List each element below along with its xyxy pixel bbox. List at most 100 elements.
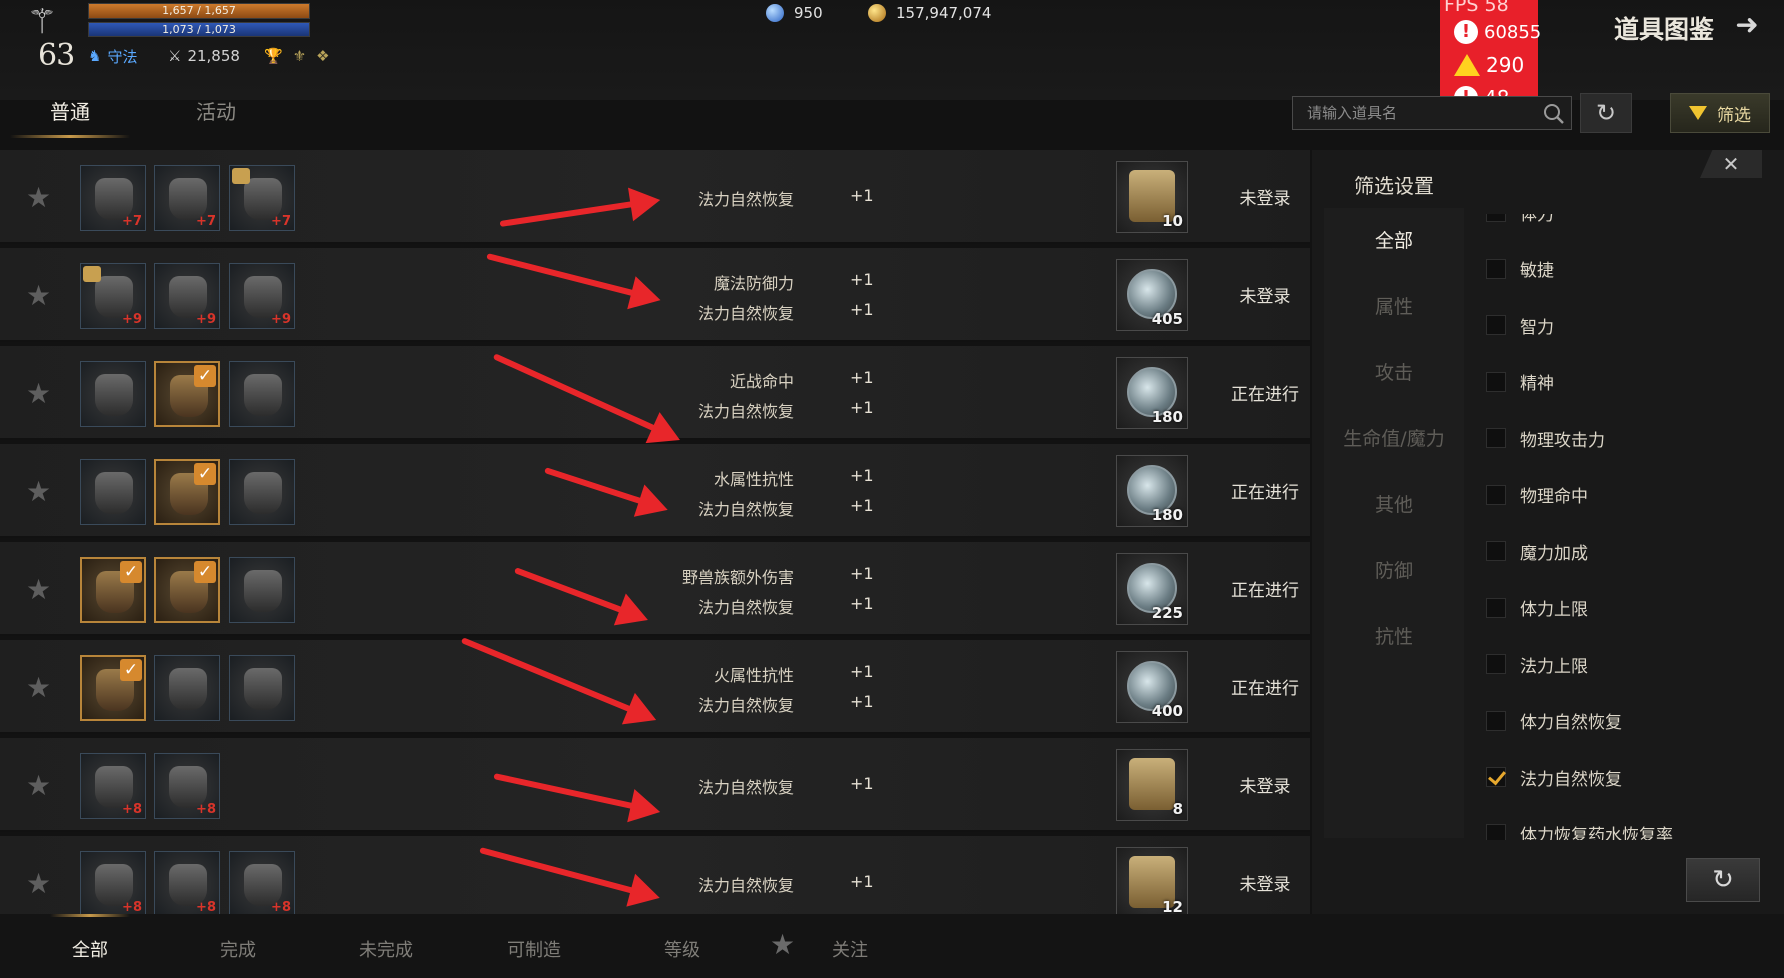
bottom-tab[interactable]: 可制造 xyxy=(474,936,594,962)
category-tab[interactable]: 生命值/魔力 xyxy=(1324,424,1464,451)
equipment-slot[interactable] xyxy=(80,459,146,525)
category-tab[interactable]: 攻击 xyxy=(1324,358,1464,385)
equipment-slot[interactable]: +9 xyxy=(229,263,295,329)
equipment-slot[interactable] xyxy=(154,655,220,721)
equipment-slot[interactable]: ✓ xyxy=(80,655,146,721)
filter-checkbox[interactable] xyxy=(1486,541,1506,561)
tab-event[interactable]: 活动 xyxy=(156,96,276,130)
equipment-slot[interactable]: ✓ xyxy=(80,557,146,623)
reward-quantity: 12 xyxy=(1162,898,1183,914)
equipment-slot[interactable]: +8 xyxy=(80,851,146,914)
bottom-tab[interactable]: 关注 xyxy=(790,936,910,962)
category-tab[interactable]: 抗性 xyxy=(1324,622,1464,649)
reward-item[interactable]: 10 xyxy=(1116,161,1188,233)
filter-checkbox[interactable] xyxy=(1486,710,1506,731)
collection-row[interactable]: ★ ✓ ✓ 野兽族额外伤害 +1 法力自然恢复 +1 225 正在进行 xyxy=(0,542,1310,636)
close-panel-button[interactable]: ✕ xyxy=(1700,150,1762,178)
filter-option[interactable]: 精神 xyxy=(1486,370,1554,394)
favorite-star-icon[interactable]: ★ xyxy=(26,380,51,408)
filter-button[interactable]: 筛选 xyxy=(1670,93,1770,133)
filter-option[interactable]: 物理命中 xyxy=(1486,483,1588,507)
filter-option[interactable]: 体力上限 xyxy=(1486,596,1588,620)
category-tab[interactable]: 防御 xyxy=(1324,556,1464,583)
favorite-star-icon[interactable]: ★ xyxy=(26,478,51,506)
reward-item[interactable]: 12 xyxy=(1116,847,1188,914)
filter-option[interactable]: 体力恢复药水恢复率 xyxy=(1486,822,1673,840)
filter-option[interactable]: 体力自然恢复 xyxy=(1486,709,1622,733)
equipment-slot[interactable]: ✓ xyxy=(154,557,220,623)
registration-status: 正在进行 xyxy=(1231,679,1299,699)
favorite-star-icon[interactable]: ★ xyxy=(26,674,51,702)
filter-checkbox[interactable] xyxy=(1486,654,1506,674)
equipment-slot[interactable]: +8 xyxy=(229,851,295,914)
bottom-tab[interactable]: 未完成 xyxy=(326,936,446,962)
filter-option[interactable]: 物理攻击力 xyxy=(1486,426,1605,451)
equipment-slot[interactable] xyxy=(229,361,295,427)
search-icon[interactable] xyxy=(1543,103,1565,125)
debug-row-2: 290 xyxy=(1454,53,1524,77)
equipment-slot[interactable]: ✓ xyxy=(154,361,220,427)
equipment-slot[interactable]: +7 xyxy=(229,165,295,231)
panel-reset-button[interactable]: ↻ xyxy=(1686,858,1760,902)
equipment-slot[interactable] xyxy=(229,557,295,623)
tab-normal[interactable]: 普通 xyxy=(10,96,130,138)
checkmark-icon: ✓ xyxy=(194,365,216,387)
favorite-star-icon[interactable]: ★ xyxy=(26,184,51,212)
equipment-slot[interactable]: +8 xyxy=(154,851,220,914)
favorite-star-icon[interactable]: ★ xyxy=(26,870,51,898)
category-tab[interactable]: 全部 xyxy=(1324,226,1464,253)
category-tab[interactable]: 其他 xyxy=(1324,490,1464,517)
bottom-tab[interactable]: 等级 xyxy=(622,936,742,962)
bottom-tab[interactable]: 全部 xyxy=(30,914,150,962)
filter-checkbox[interactable] xyxy=(1486,214,1506,222)
reward-item[interactable]: 180 xyxy=(1116,455,1188,527)
filter-checkbox[interactable] xyxy=(1486,315,1506,335)
filter-option[interactable]: 体力 xyxy=(1486,214,1554,225)
equipment-slot[interactable]: +7 xyxy=(80,165,146,231)
filter-checkbox[interactable] xyxy=(1486,823,1506,840)
filter-option-list[interactable]: 体力敏捷智力精神物理攻击力物理命中魔力加成体力上限法力上限体力自然恢复 法力自然恢… xyxy=(1476,214,1766,840)
enhance-level: +9 xyxy=(122,312,142,327)
reset-button[interactable]: ↻ xyxy=(1580,93,1632,133)
equipment-slot[interactable] xyxy=(229,459,295,525)
bottom-tab[interactable]: 完成 xyxy=(178,936,298,962)
reward-item[interactable]: 225 xyxy=(1116,553,1188,625)
filter-option[interactable]: 法力自然恢复 xyxy=(1486,765,1622,790)
exit-icon[interactable]: ➜ xyxy=(1730,8,1764,42)
filter-checkbox[interactable] xyxy=(1486,484,1506,505)
favorite-star-icon[interactable]: ★ xyxy=(26,772,51,800)
trophy-icon[interactable]: 🏆 xyxy=(264,47,283,65)
equipment-slot[interactable]: +9 xyxy=(80,263,146,329)
search-box[interactable] xyxy=(1292,96,1572,130)
filter-option[interactable]: 法力上限 xyxy=(1486,652,1588,677)
status-icons[interactable]: 🏆 ⚜ ❖ xyxy=(264,46,330,66)
stat-value: +1 xyxy=(850,270,874,289)
emblem-icon[interactable]: ⚜ xyxy=(293,47,306,65)
equipment-slot[interactable]: +9 xyxy=(154,263,220,329)
filter-checkbox[interactable] xyxy=(1486,258,1506,279)
filter-checkbox[interactable] xyxy=(1486,428,1506,448)
reward-item[interactable]: 180 xyxy=(1116,357,1188,429)
filter-option[interactable]: 敏捷 xyxy=(1486,257,1554,281)
reward-item[interactable]: 8 xyxy=(1116,749,1188,821)
favorite-star-icon[interactable]: ★ xyxy=(26,576,51,604)
equipment-slot[interactable]: ✓ xyxy=(154,459,220,525)
top-hud: ⚚ 63 1,657 / 1,657 1,073 / 1,073 ♞ 守法 ⚔ … xyxy=(0,0,1784,118)
search-input[interactable] xyxy=(1293,97,1533,129)
equipment-slot[interactable]: +8 xyxy=(80,753,146,819)
equipment-slot[interactable] xyxy=(229,655,295,721)
reward-item[interactable]: 405 xyxy=(1116,259,1188,331)
equipment-slot[interactable]: +7 xyxy=(154,165,220,231)
favorite-star-icon[interactable]: ★ xyxy=(26,282,51,310)
filter-checkbox[interactable] xyxy=(1486,597,1506,618)
filter-checkbox[interactable] xyxy=(1486,371,1506,392)
equipment-slot[interactable]: +8 xyxy=(154,753,220,819)
pet-icon[interactable]: ❖ xyxy=(316,47,329,65)
guild-tag[interactable]: ♞ 守法 xyxy=(88,46,137,66)
filter-option[interactable]: 智力 xyxy=(1486,313,1554,338)
equipment-slot[interactable] xyxy=(80,361,146,427)
category-tab[interactable]: 属性 xyxy=(1324,292,1464,319)
filter-option[interactable]: 魔力加成 xyxy=(1486,539,1588,564)
filter-checkbox[interactable] xyxy=(1486,767,1506,787)
reward-item[interactable]: 400 xyxy=(1116,651,1188,723)
